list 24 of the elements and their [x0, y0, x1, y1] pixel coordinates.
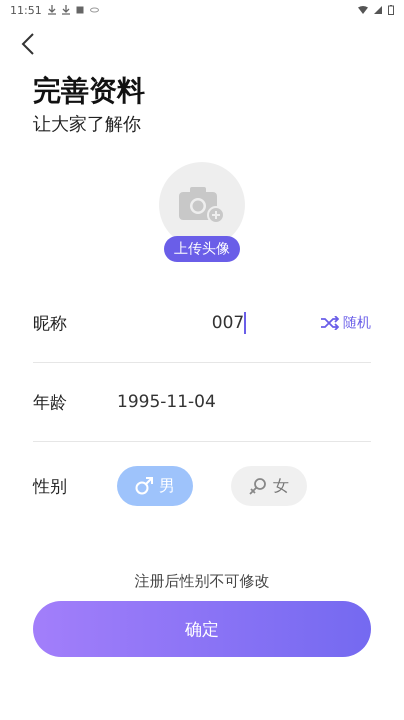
male-icon [135, 477, 153, 495]
back-icon [21, 32, 35, 56]
birthdate-field[interactable]: 1995-11-04 [117, 392, 216, 412]
page-title: 完善资料 [33, 73, 145, 109]
wifi-icon [358, 6, 368, 14]
field-label: 性别 [33, 476, 68, 498]
status-time: 11:51 [10, 4, 42, 16]
square-icon [76, 6, 84, 14]
download-icon [48, 5, 56, 15]
confirm-button[interactable]: 确定 [33, 601, 371, 657]
signal-icon [374, 6, 382, 14]
field-label: 昵称 [33, 312, 68, 334]
female-icon [249, 477, 267, 495]
random-button[interactable]: 随机 [321, 314, 371, 332]
battery-icon [388, 5, 394, 15]
page-subtitle: 让大家了解你 [33, 113, 141, 136]
camera-add-icon [179, 186, 225, 224]
field-label: 年龄 [33, 392, 68, 414]
nickname-input[interactable]: 007 [117, 312, 321, 334]
notice-text: 注册后性别不可修改 [134, 572, 270, 591]
dots-icon [90, 7, 99, 13]
gender-option[interactable]: 女 [231, 466, 307, 506]
shuffle-icon [321, 316, 339, 330]
download-icon [62, 5, 70, 15]
